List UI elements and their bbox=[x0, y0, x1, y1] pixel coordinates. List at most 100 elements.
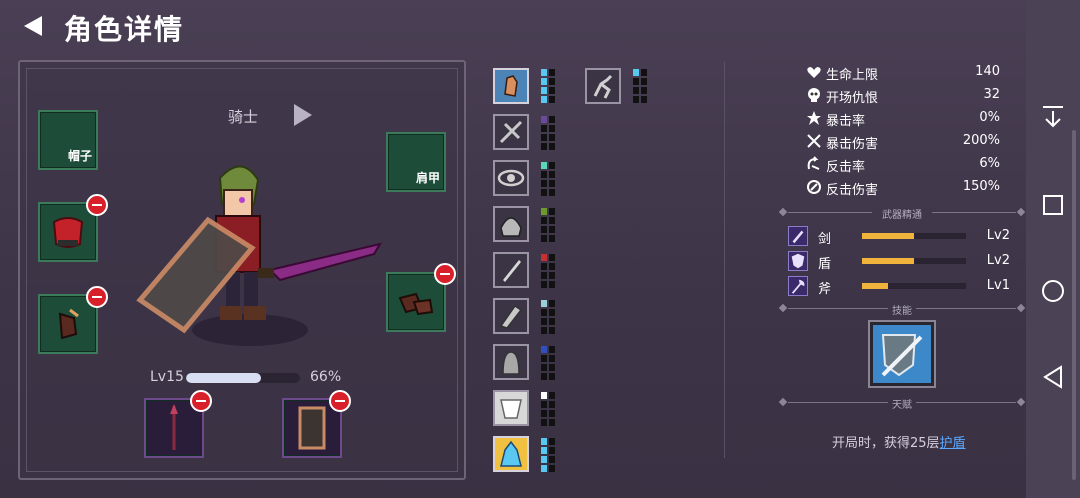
mastery-bar-fill bbox=[862, 258, 914, 264]
skill-slot-2[interactable] bbox=[585, 68, 621, 104]
heart-icon bbox=[807, 67, 821, 78]
active-skill-shield-bash[interactable] bbox=[868, 320, 936, 388]
knight-character-sprite bbox=[136, 165, 383, 346]
skill-slot-3-bars bbox=[541, 116, 555, 150]
skill-slot-9-bars bbox=[541, 392, 555, 426]
skills-title: 技能 bbox=[892, 306, 912, 317]
stat-value: 32 bbox=[983, 87, 1000, 102]
gauntlet-icon bbox=[58, 308, 79, 340]
skill-slot-8-bars bbox=[541, 346, 555, 380]
stat-name: 暴击伤害 bbox=[826, 137, 879, 152]
remove-gloves-button[interactable] bbox=[86, 286, 108, 308]
skill-slot-3[interactable] bbox=[493, 114, 529, 150]
dodge-skill-icon bbox=[593, 74, 613, 99]
skill-slot-5-bars bbox=[541, 208, 555, 242]
mastery-level: Lv1 bbox=[986, 278, 1010, 293]
mastery-bar bbox=[862, 283, 966, 289]
hooded-figure-skill-icon bbox=[502, 351, 520, 375]
hat-slot-label: 帽子 bbox=[67, 149, 92, 163]
page-title: 角色详情 bbox=[64, 13, 185, 46]
skill-slot-7-bars bbox=[541, 300, 555, 334]
skill-slot-6[interactable] bbox=[493, 252, 529, 288]
stat-value: 140 bbox=[975, 64, 1000, 79]
panel-divider bbox=[724, 62, 725, 458]
mastery-title: 武器精通 bbox=[882, 210, 922, 221]
stat-row-counter-rate: 反击率 6% bbox=[806, 154, 1002, 175]
class-name: 骑士 bbox=[228, 108, 259, 126]
fist-skill-icon bbox=[504, 75, 518, 97]
skill-slot-10-bars bbox=[541, 438, 555, 472]
mastery-name: 盾 bbox=[818, 257, 832, 272]
mastery-bar-fill bbox=[862, 233, 914, 239]
mastery-row-shield: 盾 Lv2 bbox=[788, 251, 1018, 273]
stat-row-crit-rate: 暴击率 0% bbox=[806, 108, 1002, 129]
stat-name: 开场仇恨 bbox=[826, 91, 879, 106]
mastery-bar bbox=[862, 233, 966, 239]
ice-crystal-skill-icon bbox=[500, 440, 522, 467]
gauntlet-skill-icon bbox=[499, 304, 523, 329]
talent-divider: 天赋 bbox=[778, 396, 1026, 411]
remove-weapon-button[interactable] bbox=[190, 390, 212, 412]
stat-value: 150% bbox=[962, 179, 1000, 194]
next-class-icon[interactable] bbox=[292, 102, 314, 128]
skill-slot-4[interactable] bbox=[493, 160, 529, 196]
skill-slot-2-bars bbox=[633, 69, 647, 103]
skill-slot-10[interactable] bbox=[493, 436, 529, 472]
skill-slot-1-bars bbox=[541, 69, 555, 103]
stat-row-counter-damage: 反击伤害 150% bbox=[806, 177, 1002, 198]
burst-icon bbox=[807, 111, 821, 125]
skill-slot-8[interactable] bbox=[493, 344, 529, 380]
mastery-row-sword: 剑 Lv2 bbox=[788, 226, 1018, 248]
slash-skill-icon bbox=[499, 120, 523, 144]
remove-shield-button[interactable] bbox=[329, 390, 351, 412]
collapse-down-icon[interactable] bbox=[1040, 104, 1066, 130]
stat-row-crit-damage: 暴击伤害 200% bbox=[806, 131, 1002, 152]
skills-divider: 技能 bbox=[778, 302, 1026, 317]
shoulder-slot-label: 肩甲 bbox=[415, 171, 440, 185]
eye-skill-icon bbox=[497, 169, 525, 187]
stat-row-threat: 开场仇恨 32 bbox=[806, 85, 1002, 106]
skull-icon bbox=[808, 88, 820, 102]
mastery-bar-fill bbox=[862, 283, 888, 289]
back-arrow-icon[interactable] bbox=[22, 14, 44, 38]
shoulder-slot[interactable]: 肩甲 bbox=[386, 132, 446, 192]
stat-name: 反击伤害 bbox=[826, 183, 879, 198]
skill-slot-4-bars bbox=[541, 162, 555, 196]
home-icon[interactable] bbox=[1040, 278, 1066, 304]
mastery-name: 剑 bbox=[818, 232, 832, 247]
mastery-divider: 武器精通 bbox=[778, 206, 1026, 221]
mastery-level: Lv2 bbox=[986, 228, 1010, 243]
talent-title: 天赋 bbox=[892, 400, 912, 411]
crossed-swords-icon bbox=[807, 134, 821, 148]
skill-slot-1[interactable] bbox=[493, 68, 529, 104]
axe-icon bbox=[788, 276, 808, 296]
stat-value: 200% bbox=[962, 133, 1000, 148]
stat-name: 生命上限 bbox=[826, 68, 879, 83]
xp-bar bbox=[186, 373, 300, 383]
skill-slot-9[interactable] bbox=[493, 390, 529, 426]
scrollbar[interactable] bbox=[1072, 130, 1076, 480]
counter-damage-icon bbox=[807, 180, 821, 194]
back-nav-icon[interactable] bbox=[1040, 364, 1066, 390]
xp-percent: 66% bbox=[310, 369, 342, 385]
remove-boots-button[interactable] bbox=[434, 263, 456, 285]
mastery-row-axe: 斧 Lv1 bbox=[788, 276, 1018, 298]
stat-row-hp: 生命上限 140 bbox=[806, 62, 1002, 83]
red-armor-icon bbox=[52, 217, 84, 248]
shield-icon bbox=[788, 251, 808, 271]
sword-icon bbox=[788, 226, 808, 246]
skill-slot-5[interactable] bbox=[493, 206, 529, 242]
helmet-skill-icon bbox=[500, 217, 522, 237]
counter-icon bbox=[807, 156, 820, 170]
talent-description: 开局时，获得25层护盾 bbox=[832, 432, 966, 451]
mastery-level: Lv2 bbox=[986, 253, 1010, 268]
recent-apps-icon[interactable] bbox=[1040, 192, 1066, 218]
xp-bar-fill bbox=[186, 373, 262, 383]
stat-name: 暴击率 bbox=[826, 114, 866, 129]
skill-slot-6-bars bbox=[541, 254, 555, 288]
shield-keyword-link[interactable]: 护盾 bbox=[940, 436, 966, 451]
hat-slot[interactable]: 帽子 bbox=[38, 110, 98, 170]
level-label: Lv15 bbox=[150, 369, 184, 385]
skill-slot-7[interactable] bbox=[493, 298, 529, 334]
remove-armor-button[interactable] bbox=[86, 194, 108, 216]
